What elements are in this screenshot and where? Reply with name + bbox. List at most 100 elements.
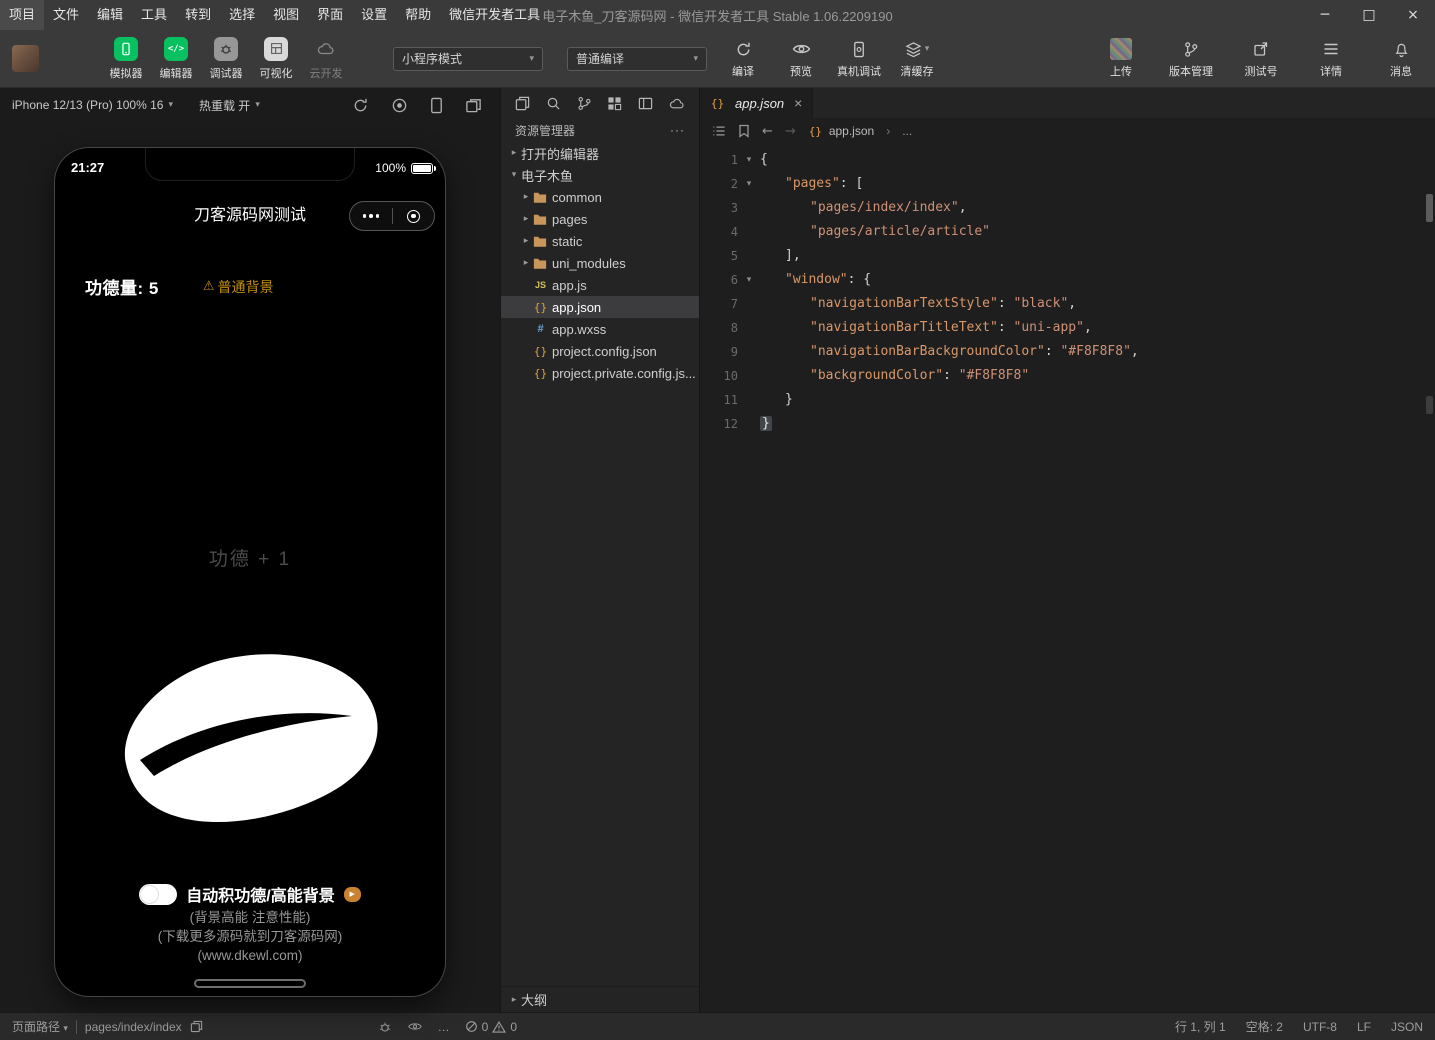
mode-select[interactable]: 小程序模式 ▾ <box>393 47 543 71</box>
file-item[interactable]: ▸uni_modules <box>501 252 699 274</box>
code-line[interactable]: 11} <box>700 388 1435 412</box>
code-line[interactable]: 6▾"window": { <box>700 268 1435 292</box>
code-line[interactable]: 8"navigationBarTitleText": "uni-app", <box>700 316 1435 340</box>
open-editors-list-icon[interactable] <box>712 125 726 137</box>
warning-count: 0 <box>510 1020 517 1034</box>
menu-item[interactable]: 工具 <box>132 0 176 30</box>
files-icon[interactable] <box>515 96 530 111</box>
device-frame-icon[interactable] <box>430 97 443 114</box>
search-icon[interactable] <box>546 96 561 111</box>
simulator-button[interactable]: 模拟器 <box>101 37 151 81</box>
menu-item[interactable]: 选择 <box>220 0 264 30</box>
menu-item[interactable]: 转到 <box>176 0 220 30</box>
more-options-button[interactable] <box>350 202 392 230</box>
encoding[interactable]: UTF-8 <box>1303 1020 1337 1034</box>
rotate-icon[interactable] <box>352 97 369 114</box>
code-line[interactable]: 9"navigationBarBackgroundColor": "#F8F8F… <box>700 340 1435 364</box>
hot-reload-toggle[interactable]: 热重载 开 ▾ <box>199 97 260 114</box>
device-select[interactable]: iPhone 12/13 (Pro) 100% 16 ▾ <box>12 98 173 112</box>
extensions-icon[interactable] <box>607 96 622 111</box>
open-editors-section[interactable]: ▸ 打开的编辑器 <box>501 142 699 164</box>
git-icon[interactable] <box>577 96 592 111</box>
code-editor[interactable]: 1▾{2▾"pages": [3"pages/index/index",4"pa… <box>700 144 1435 1012</box>
file-item[interactable]: ▸pages <box>501 208 699 230</box>
toolbar-right: 上传 版本管理 测试号 详情 <box>1085 38 1423 79</box>
play-icon[interactable]: ▶ <box>344 887 361 902</box>
clear-cache-button[interactable]: ▾ 清缓存 <box>895 38 939 79</box>
code-line[interactable]: 2▾"pages": [ <box>700 172 1435 196</box>
user-avatar[interactable] <box>12 45 39 72</box>
wooden-fish[interactable] <box>116 634 384 842</box>
home-indicator[interactable] <box>194 979 306 988</box>
auto-merit-switch[interactable] <box>139 884 177 905</box>
device-debug-button[interactable]: 真机调试 <box>837 38 881 79</box>
compile-button[interactable]: 编译 <box>721 38 765 79</box>
file-item[interactable]: {}project.private.config.js... <box>501 362 699 384</box>
code-line[interactable]: 7"navigationBarTextStyle": "black", <box>700 292 1435 316</box>
eye-icon[interactable] <box>407 1021 423 1032</box>
tab-close-icon[interactable]: × <box>794 95 802 111</box>
compile-mode-select[interactable]: 普通编译 ▾ <box>567 47 707 71</box>
scrollbar-thumb[interactable] <box>1426 194 1433 222</box>
simulator-panel: iPhone 12/13 (Pro) 100% 16 ▾ 热重载 开 ▾ <box>0 88 500 1012</box>
copy-icon[interactable] <box>190 1020 203 1033</box>
cloud-dev-button[interactable]: 云开发 <box>301 37 351 81</box>
eol-setting[interactable]: LF <box>1357 1020 1371 1034</box>
minimize-icon[interactable]: ─ <box>1303 0 1347 30</box>
bookmark-icon[interactable] <box>738 124 750 138</box>
cloud-sync-icon[interactable] <box>669 97 685 110</box>
editor-button[interactable]: </> 编辑器 <box>151 37 201 81</box>
file-item[interactable]: ▸static <box>501 230 699 252</box>
file-item[interactable]: JSapp.js <box>501 274 699 296</box>
merit-row: 功德量: 5 ⚠ 普通背景 <box>85 274 274 299</box>
visual-button[interactable]: 可视化 <box>251 37 301 81</box>
bg-mode-badge[interactable]: ⚠ 普通背景 <box>203 277 274 297</box>
maximize-icon[interactable]: □ <box>1347 0 1391 30</box>
close-icon[interactable]: × <box>1391 0 1435 30</box>
more-icon[interactable]: … <box>438 1020 450 1034</box>
layout-icon[interactable] <box>638 96 653 111</box>
code-line[interactable]: 1▾{ <box>700 148 1435 172</box>
code-line[interactable]: 4"pages/article/article" <box>700 220 1435 244</box>
preview-button[interactable]: 预览 <box>779 38 823 79</box>
test-account-button[interactable]: 测试号 <box>1239 38 1283 79</box>
code-line[interactable]: 10"backgroundColor": "#F8F8F8" <box>700 364 1435 388</box>
file-item[interactable]: ▸common <box>501 186 699 208</box>
menu-item[interactable]: 设置 <box>352 0 396 30</box>
breadcrumb-more[interactable]: ... <box>902 124 912 138</box>
project-root-item[interactable]: ▾ 电子木鱼 <box>501 164 699 186</box>
file-item[interactable]: {}app.json <box>501 296 699 318</box>
exit-miniprogram-button[interactable] <box>393 202 435 230</box>
code-line[interactable]: 12} <box>700 412 1435 436</box>
menu-item[interactable]: 文件 <box>44 0 88 30</box>
file-item[interactable]: {}project.config.json <box>501 340 699 362</box>
back-icon[interactable]: ← <box>762 124 773 139</box>
upload-button[interactable]: 上传 <box>1099 38 1143 79</box>
debug-icon[interactable] <box>378 1020 392 1034</box>
code-line[interactable]: 5], <box>700 244 1435 268</box>
menu-item[interactable]: 项目 <box>0 0 44 30</box>
record-icon[interactable] <box>391 97 408 114</box>
forward-icon[interactable]: → <box>785 124 796 139</box>
language-mode[interactable]: JSON <box>1391 1020 1423 1034</box>
indent-setting[interactable]: 空格: 2 <box>1246 1018 1283 1035</box>
cursor-position[interactable]: 行 1, 列 1 <box>1175 1018 1226 1035</box>
file-item[interactable]: #app.wxss <box>501 318 699 340</box>
screenshot-icon[interactable] <box>465 97 482 114</box>
menu-item[interactable]: 视图 <box>264 0 308 30</box>
more-actions-icon[interactable]: ··· <box>670 123 685 137</box>
version-manage-button[interactable]: 版本管理 <box>1169 38 1213 79</box>
menu-item[interactable]: 编辑 <box>88 0 132 30</box>
tab-app-json[interactable]: {} app.json × <box>700 88 813 118</box>
menu-item[interactable]: 微信开发者工具 <box>440 0 549 30</box>
menu-item[interactable]: 帮助 <box>396 0 440 30</box>
details-button[interactable]: 详情 <box>1309 38 1353 79</box>
messages-button[interactable]: 消息 <box>1379 38 1423 79</box>
outline-section[interactable]: ▸ 大纲 <box>501 986 699 1012</box>
debugger-button[interactable]: 调试器 <box>201 37 251 81</box>
problems-indicator[interactable]: 0 0 <box>465 1020 517 1034</box>
code-line[interactable]: 3"pages/index/index", <box>700 196 1435 220</box>
breadcrumb[interactable]: {} app.json <box>808 124 874 138</box>
menu-item[interactable]: 界面 <box>308 0 352 30</box>
page-path-select[interactable]: 页面路径 ▾ <box>12 1018 68 1035</box>
